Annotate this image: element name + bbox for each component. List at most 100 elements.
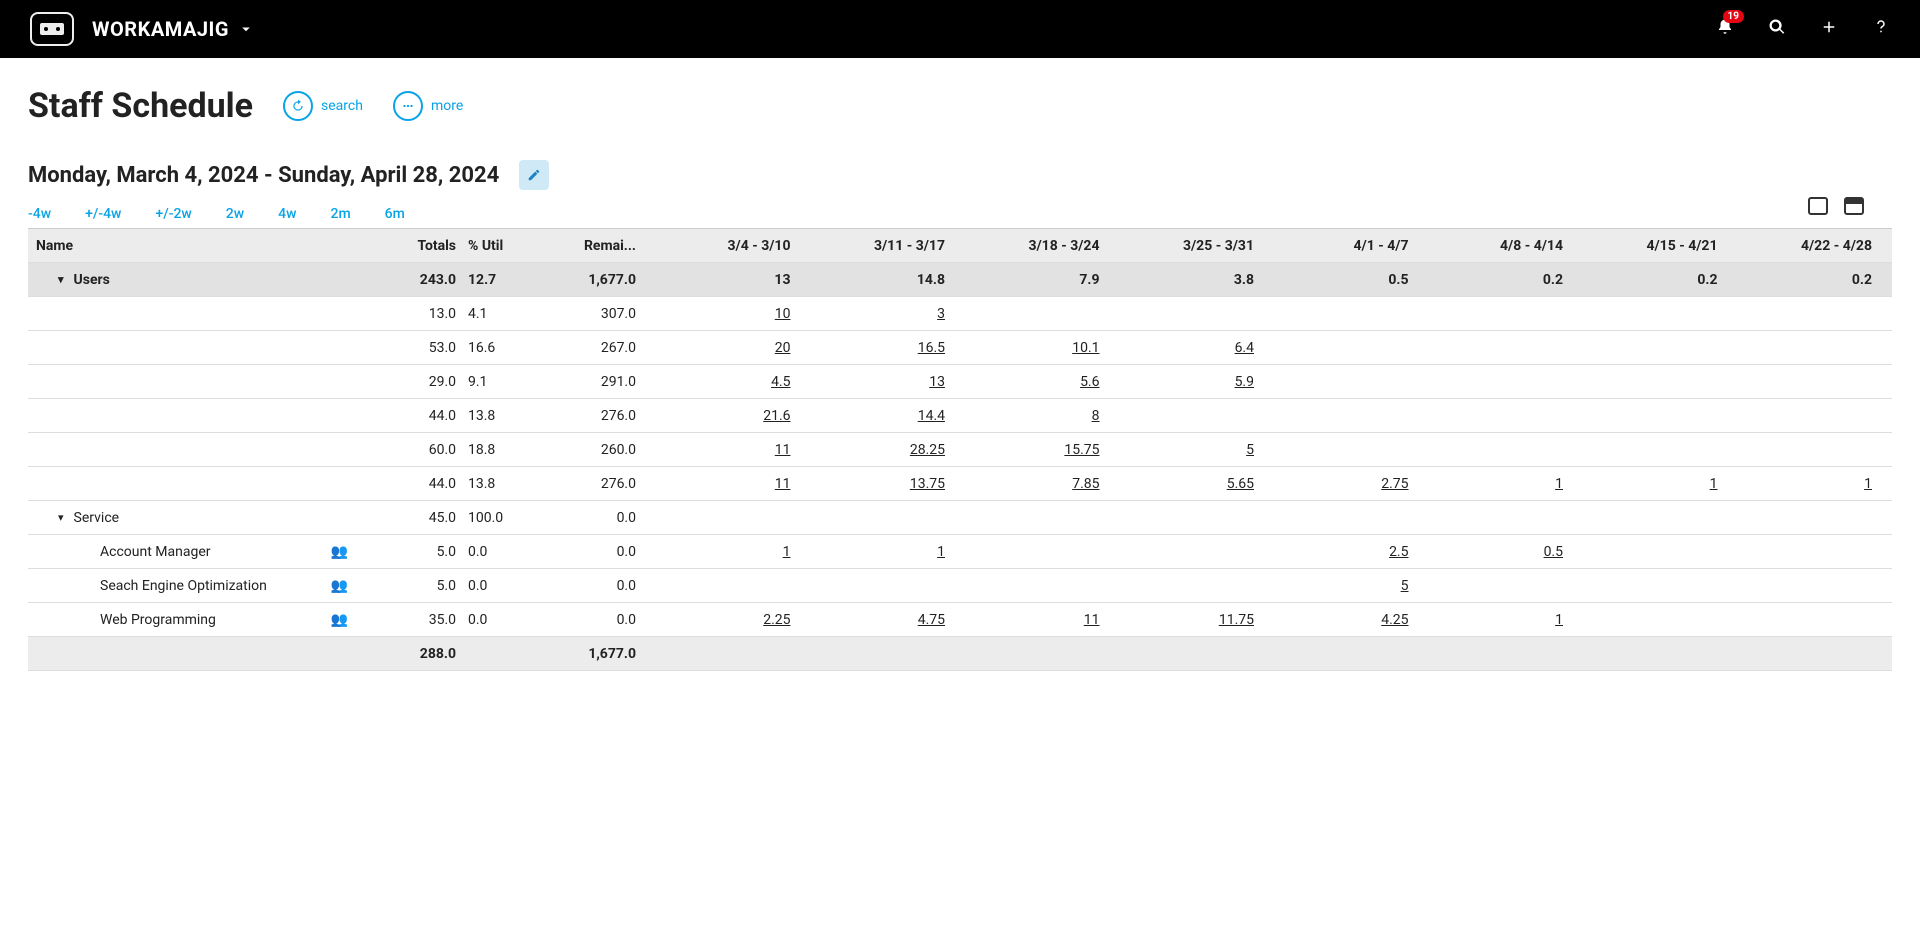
user-week[interactable]: 5	[1112, 442, 1267, 458]
service-row[interactable]: Web Programming👥35.00.00.02.254.751111.7…	[28, 603, 1892, 637]
user-week[interactable]: 11	[648, 442, 803, 458]
svc-week[interactable]: 2.25	[648, 612, 803, 628]
service-totals: 45.0	[358, 510, 468, 526]
user-week[interactable]: 1	[1421, 476, 1576, 492]
svc-week[interactable]: 4.25	[1266, 612, 1421, 628]
more-icon	[401, 99, 415, 113]
svc-week[interactable]: 11.75	[1112, 612, 1267, 628]
service-row[interactable]: Seach Engine Optimization👥5.00.00.05	[28, 569, 1892, 603]
svc-util: 0.0	[468, 612, 528, 628]
user-week[interactable]: 1	[1575, 476, 1730, 492]
svc-week[interactable]: 1	[1421, 612, 1576, 628]
page-header: Staff Schedule search more	[28, 86, 1892, 126]
user-row[interactable]: 29.09.1291.04.5135.65.9	[28, 365, 1892, 399]
users-remain: 1,677.0	[528, 272, 648, 288]
user-util: 13.8	[468, 408, 528, 424]
user-week[interactable]: 13.75	[803, 476, 958, 492]
col-week: 4/15 - 4/21	[1575, 238, 1730, 254]
range-link[interactable]: 6m	[385, 206, 405, 222]
range-link[interactable]: 4w	[278, 206, 296, 222]
user-week[interactable]: 2.75	[1266, 476, 1421, 492]
help-icon[interactable]	[1872, 18, 1890, 40]
service-name-cell: Web Programming👥	[28, 612, 358, 628]
col-week: 3/18 - 3/24	[957, 238, 1112, 254]
user-week[interactable]: 11	[648, 476, 803, 492]
search-icon[interactable]	[1768, 18, 1786, 40]
user-week[interactable]: 15.75	[957, 442, 1112, 458]
svc-week[interactable]: 4.75	[803, 612, 958, 628]
col-week: 3/11 - 3/17	[803, 238, 958, 254]
people-icon[interactable]: 👥	[331, 612, 348, 628]
user-week[interactable]: 7.85	[957, 476, 1112, 492]
page-title: Staff Schedule	[28, 86, 253, 126]
users-week: 7.9	[957, 272, 1112, 288]
range-links: -4w +/-4w +/-2w 2w 4w 2m 6m	[28, 206, 405, 222]
user-week[interactable]: 1	[1730, 476, 1885, 492]
user-row[interactable]: 60.018.8260.01128.2515.755	[28, 433, 1892, 467]
user-week[interactable]: 5.65	[1112, 476, 1267, 492]
chevron-down-icon[interactable]: ▾	[58, 511, 64, 524]
user-week[interactable]: 16.5	[803, 340, 958, 356]
service-name-cell: Account Manager👥	[28, 544, 358, 560]
user-week[interactable]: 28.25	[803, 442, 958, 458]
range-link[interactable]: +/-4w	[85, 206, 121, 222]
notif-badge: 19	[1723, 10, 1744, 23]
search-action[interactable]: search	[283, 91, 363, 121]
date-row: Monday, March 4, 2024 - Sunday, April 28…	[28, 160, 1892, 190]
add-icon[interactable]	[1820, 18, 1838, 40]
user-week[interactable]: 20	[648, 340, 803, 356]
col-week: 3/4 - 3/10	[648, 238, 803, 254]
user-week[interactable]: 6.4	[1112, 340, 1267, 356]
more-action[interactable]: more	[393, 91, 463, 121]
user-row[interactable]: 13.04.1307.0103	[28, 297, 1892, 331]
svc-week[interactable]: 11	[957, 612, 1112, 628]
user-row[interactable]: 44.013.8276.021.614.48	[28, 399, 1892, 433]
range-link[interactable]: +/-2w	[155, 206, 191, 222]
brand-menu[interactable]: WORKAMAJIG	[92, 17, 255, 41]
svc-remain: 0.0	[528, 544, 648, 560]
svc-week[interactable]: 0.5	[1421, 544, 1576, 560]
user-week[interactable]: 5.9	[1112, 374, 1267, 390]
svc-util: 0.0	[468, 578, 528, 594]
user-week[interactable]: 10	[648, 306, 803, 322]
footer-row: 288.01,677.0	[28, 637, 1892, 671]
range-link[interactable]: 2m	[331, 206, 351, 222]
user-totals: 53.0	[358, 340, 468, 356]
app-logo[interactable]	[30, 12, 74, 46]
notifications-icon[interactable]: 19	[1716, 18, 1734, 40]
users-label[interactable]: ▾Users	[28, 272, 358, 288]
range-link[interactable]: -4w	[28, 206, 51, 222]
topbar-right: 19	[1716, 18, 1890, 40]
users-group-row[interactable]: ▾Users243.012.71,677.01314.87.93.80.50.2…	[28, 263, 1892, 297]
col-week: 4/8 - 4/14	[1421, 238, 1576, 254]
people-icon[interactable]: 👥	[331, 544, 348, 560]
user-week[interactable]: 10.1	[957, 340, 1112, 356]
svc-week[interactable]: 1	[803, 544, 958, 560]
user-week[interactable]: 3	[803, 306, 958, 322]
edit-date-button[interactable]	[519, 160, 549, 190]
user-week[interactable]: 13	[803, 374, 958, 390]
range-link[interactable]: 2w	[226, 206, 244, 222]
service-remain: 0.0	[528, 510, 648, 526]
users-week: 0.5	[1266, 272, 1421, 288]
service-label[interactable]: ▾Service	[28, 510, 358, 526]
brand-label: WORKAMAJIG	[92, 17, 229, 41]
user-row[interactable]: 44.013.8276.01113.757.855.652.75111	[28, 467, 1892, 501]
svc-remain: 0.0	[528, 578, 648, 594]
svc-week[interactable]: 1	[648, 544, 803, 560]
service-group-row[interactable]: ▾Service45.0100.00.0	[28, 501, 1892, 535]
people-icon[interactable]: 👥	[331, 578, 348, 594]
user-week[interactable]: 5.6	[957, 374, 1112, 390]
svc-week[interactable]: 2.5	[1266, 544, 1421, 560]
chevron-down-icon[interactable]: ▾	[58, 273, 64, 286]
col-totals: Totals	[358, 238, 468, 254]
view-toggle-list[interactable]	[1844, 197, 1864, 215]
view-toggle-card[interactable]	[1808, 197, 1828, 215]
svc-week[interactable]: 5	[1266, 578, 1421, 594]
user-week[interactable]: 8	[957, 408, 1112, 424]
user-week[interactable]: 4.5	[648, 374, 803, 390]
user-week[interactable]: 21.6	[648, 408, 803, 424]
user-week[interactable]: 14.4	[803, 408, 958, 424]
user-row[interactable]: 53.016.6267.02016.510.16.4	[28, 331, 1892, 365]
service-row[interactable]: Account Manager👥5.00.00.0112.50.5	[28, 535, 1892, 569]
